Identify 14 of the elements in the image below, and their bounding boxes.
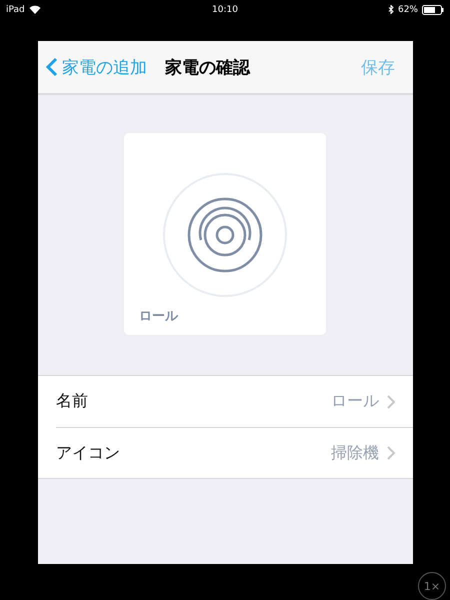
battery-percent: 62% [398, 4, 418, 15]
nav-title: 家電の確認 [165, 56, 250, 79]
chevron-left-icon [46, 57, 58, 78]
device-name: iPad [6, 4, 25, 15]
status-time: 10:10 [212, 4, 238, 15]
zoom-button[interactable]: 1× [418, 572, 446, 600]
chevron-right-icon [387, 446, 395, 460]
back-button[interactable]: 家電の追加 [46, 56, 147, 79]
wifi-icon [28, 5, 41, 14]
bluetooth-icon [388, 5, 394, 14]
preview-label: ロール [139, 308, 178, 326]
chevron-right-icon [387, 394, 395, 409]
battery-icon [422, 4, 444, 15]
disc-icon [163, 173, 287, 298]
